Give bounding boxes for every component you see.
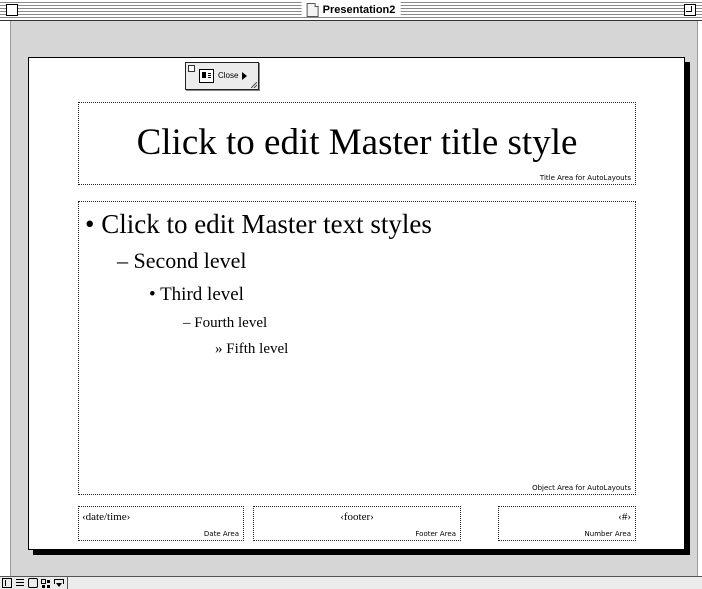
view-buttons-bar [0, 576, 702, 589]
window-zoom-box[interactable] [684, 4, 696, 16]
window-title-wrap: Presentation2 [301, 2, 401, 17]
slide-sorter-view-icon[interactable] [41, 578, 51, 588]
title-area-label: Title Area for AutoLayouts [539, 174, 631, 182]
outline-view-icon[interactable] [15, 578, 25, 588]
play-arrow-icon [242, 72, 248, 80]
text-level-2[interactable]: – Second level [117, 248, 247, 274]
view-bar-divider [67, 577, 68, 589]
window-close-box[interactable] [6, 4, 18, 16]
footer-area-label: Footer Area [415, 530, 456, 538]
number-area-label: Number Area [584, 530, 631, 538]
date-field: ‹date/time› [82, 511, 131, 523]
body-placeholder[interactable]: • Click to edit Master text styles – Sec… [78, 201, 636, 495]
window-title-bar[interactable]: Presentation2 [0, 0, 702, 21]
slide-master: Close Click to edit Master title style T… [28, 57, 685, 550]
number-placeholder[interactable]: ‹#› Number Area [498, 506, 636, 541]
slide-show-icon[interactable] [54, 578, 64, 588]
slide-master-icon [199, 69, 214, 83]
slide-view-icon[interactable] [28, 578, 38, 588]
presentation-window: Presentation2 Close Click to edit Master… [0, 0, 702, 589]
bullet-level-1: • [85, 209, 95, 239]
slide-workspace: Close Click to edit Master title style T… [10, 21, 698, 576]
date-area-label: Date Area [203, 530, 239, 538]
palette-close-box[interactable] [188, 65, 195, 72]
bullet-level-3: • [149, 284, 156, 305]
footer-placeholder[interactable]: ‹footer› Footer Area [253, 506, 461, 541]
master-title-text[interactable]: Click to edit Master title style [79, 121, 635, 165]
bullet-level-5: » [215, 341, 223, 357]
date-placeholder[interactable]: ‹date/time› Date Area [78, 506, 244, 541]
bullet-level-2: – [117, 248, 128, 273]
text-level-4-label: Fourth level [194, 315, 268, 331]
window-title: Presentation2 [322, 3, 396, 16]
text-level-3[interactable]: • Third level [149, 284, 244, 306]
normal-view-icon[interactable] [2, 578, 12, 588]
bullet-level-4: – [183, 315, 191, 331]
document-icon [306, 2, 319, 17]
footer-field: ‹footer› [340, 511, 374, 523]
close-master-button[interactable]: Close [199, 68, 252, 84]
palette-resize-handle[interactable] [251, 82, 257, 88]
text-level-2-label: Second level [133, 248, 247, 273]
title-placeholder[interactable]: Click to edit Master title style Title A… [78, 102, 636, 185]
object-area-label: Object Area for AutoLayouts [532, 484, 631, 492]
close-master-label: Close [218, 71, 239, 80]
text-level-1-label: Click to edit Master text styles [101, 209, 432, 239]
text-level-1[interactable]: • Click to edit Master text styles [85, 208, 432, 240]
slide-number-field: ‹#› [618, 511, 631, 523]
text-level-4[interactable]: – Fourth level [183, 314, 267, 332]
text-level-5[interactable]: » Fifth level [215, 340, 288, 358]
text-level-3-label: Third level [160, 284, 244, 305]
master-floating-palette[interactable]: Close [185, 62, 259, 90]
text-level-5-label: Fifth level [226, 341, 289, 357]
